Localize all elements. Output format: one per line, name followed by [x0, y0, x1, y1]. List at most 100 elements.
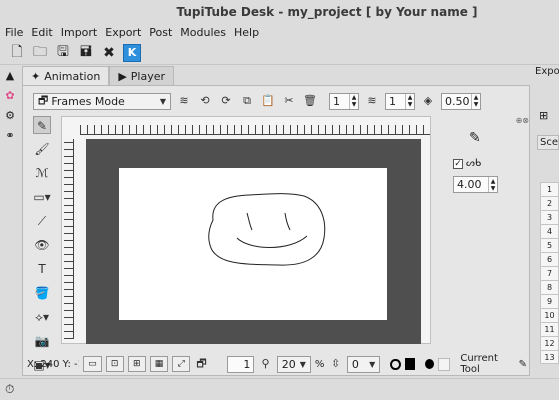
table-row[interactable]: 12 [540, 336, 559, 350]
zoom-value: 20 [281, 357, 296, 371]
layer-spinner[interactable]: 1 ▲ ▼ [385, 92, 415, 110]
menu-import[interactable]: Import [57, 24, 102, 41]
tool-column: ✎ 🖌 ℳ ▭▾ ⟋ 👁 T 🪣 ⟡▾ 📷 ▣▾ [31, 116, 53, 374]
next-frame-icon[interactable]: ⟳ [218, 93, 234, 109]
table-row[interactable]: 13 [540, 350, 559, 364]
animation-icon: ✦ [31, 69, 41, 83]
fullscreen-icon[interactable]: ⤢ [172, 356, 191, 372]
table-row[interactable]: 9 [540, 294, 559, 308]
spinner-arrows-icon[interactable]: ▲ ▼ [471, 93, 480, 109]
drawing-stage[interactable] [119, 168, 387, 320]
stroke-color-icon[interactable] [390, 358, 401, 370]
menu-export[interactable]: Export [101, 24, 145, 41]
camera-icon[interactable]: 📷 [33, 332, 51, 350]
bucket-icon[interactable]: 🪣 [33, 284, 51, 302]
table-row[interactable]: 7 [540, 266, 559, 280]
smoothness-value: 4.00 [457, 178, 482, 191]
opacity-icon: ◈ [423, 94, 433, 107]
frame-view-icon[interactable]: ▭ [83, 356, 102, 372]
opacity-value: 0.50 [445, 94, 470, 108]
tupitube-app-icon[interactable]: K [123, 43, 141, 62]
table-row[interactable]: 11 [540, 322, 559, 336]
nodes-icon[interactable]: ⟡▾ [33, 308, 51, 326]
exposure-toolbar-icon[interactable]: ⊞ [539, 109, 548, 122]
grid-icon[interactable]: ▦ [149, 356, 169, 372]
table-row[interactable]: 6 [540, 252, 559, 266]
canvas-viewport[interactable] [61, 116, 431, 344]
tab-player[interactable]: ▶ Player [109, 66, 175, 85]
safe-area-icon[interactable]: ⊡ [105, 356, 124, 372]
library-icon[interactable]: ⚭ [3, 129, 17, 143]
exposure-sheet-title: Expos [535, 66, 559, 77]
current-tool-label: Current Tool [460, 353, 498, 375]
chevron-down-icon: ▼ [299, 359, 306, 369]
pencil-icon[interactable]: ✎ [33, 116, 51, 134]
tab-animation-label: Animation [44, 69, 101, 83]
menu-help[interactable]: Help [230, 24, 263, 41]
save-icon[interactable]: 🖫 [54, 44, 72, 62]
new-document-icon[interactable]: 🗋 [8, 44, 26, 62]
mode-select[interactable]: 🗗 Frames Mode ▼ [33, 92, 171, 110]
current-tool-icon: ✎ [518, 358, 527, 370]
menu-file[interactable]: File [0, 24, 27, 41]
arrow-up-icon[interactable]: ▲ [3, 69, 17, 83]
onion-skin-icon[interactable]: 🗗 [194, 356, 208, 372]
center-icon[interactable]: ⊞ [127, 356, 146, 372]
rotation-icon: ⇳ [331, 357, 341, 370]
table-row[interactable]: 2 [540, 196, 559, 210]
layer-spinner-value: 1 [389, 94, 396, 108]
frame-spinner[interactable]: 1 ▲ ▼ [329, 92, 359, 110]
tab-scene[interactable]: Sce [537, 135, 559, 150]
brush-properties-icon[interactable]: ⚙ [3, 109, 17, 123]
spinner-arrows-icon[interactable]: ▲ ▼ [488, 177, 497, 192]
eye-icon[interactable]: 👁 [33, 236, 51, 254]
table-row[interactable]: 4 [540, 224, 559, 238]
previous-frame-icon[interactable]: ⟲ [197, 93, 213, 109]
smoothness-label: ᔕᑲ [466, 158, 482, 169]
zoom-select[interactable]: 20 ▼ [276, 355, 311, 373]
table-row[interactable]: 3 [540, 210, 559, 224]
polyline-icon[interactable]: ⟋ [33, 212, 51, 230]
background-color-swatch[interactable] [438, 357, 451, 371]
horizontal-ruler [80, 125, 430, 135]
spinner-arrows-icon[interactable]: ▲ ▼ [349, 93, 358, 109]
smoothness-option[interactable]: ✓ ᔕᑲ [453, 158, 481, 169]
menu-post[interactable]: Post [145, 24, 176, 41]
bottom-bar: ⏱ [0, 378, 559, 400]
brush-icon[interactable]: 🖌 [33, 140, 51, 158]
open-folder-icon[interactable]: 🗀 [31, 44, 49, 62]
menu-edit[interactable]: Edit [27, 24, 56, 41]
onion-skin-icon[interactable]: ≋ [176, 93, 192, 109]
panel-controls-icon[interactable]: ⊕⊗ [516, 116, 529, 125]
ink-icon[interactable]: ℳ [33, 164, 51, 182]
vertical-ruler [64, 139, 74, 339]
rotation-select[interactable]: 0 ▼ [346, 355, 381, 373]
smoothness-spinner[interactable]: 4.00 ▲ ▼ [453, 176, 498, 193]
close-icon[interactable]: ✖ [100, 44, 118, 62]
color-palette-icon[interactable]: ✿ [3, 89, 17, 103]
rectangle-icon[interactable]: ▭▾ [33, 188, 51, 206]
spinner-arrows-icon[interactable]: ▲ ▼ [405, 93, 414, 109]
copy-icon[interactable]: ⧉ [239, 93, 255, 109]
frame-spinner-value: 1 [333, 94, 340, 108]
trash-icon[interactable]: 🗑 [302, 93, 318, 109]
drawing-strokes [208, 193, 326, 266]
cut-icon[interactable]: ✂ [281, 93, 297, 109]
brush-size-icon[interactable] [425, 359, 435, 369]
save-as-icon[interactable]: 🖬 [77, 44, 95, 62]
table-row[interactable]: 1 [540, 182, 559, 196]
chevron-down-icon: ▼ [369, 359, 376, 369]
frame-number-field[interactable]: 1 [226, 355, 255, 373]
paste-icon[interactable]: 📋 [260, 93, 276, 109]
table-row[interactable]: 8 [540, 280, 559, 294]
table-row[interactable]: 5 [540, 238, 559, 252]
text-icon[interactable]: T [33, 260, 51, 278]
smoothness-checkbox[interactable]: ✓ [453, 158, 463, 169]
fill-color-swatch[interactable] [404, 358, 416, 370]
table-row[interactable]: 10 [540, 308, 559, 322]
timer-icon[interactable]: ⏱ [5, 382, 14, 397]
stage-background [86, 139, 421, 344]
tab-animation[interactable]: ✦ Animation [22, 66, 110, 85]
menu-modules[interactable]: Modules [176, 24, 230, 41]
opacity-spinner[interactable]: 0.50 ▲ ▼ [441, 92, 481, 110]
